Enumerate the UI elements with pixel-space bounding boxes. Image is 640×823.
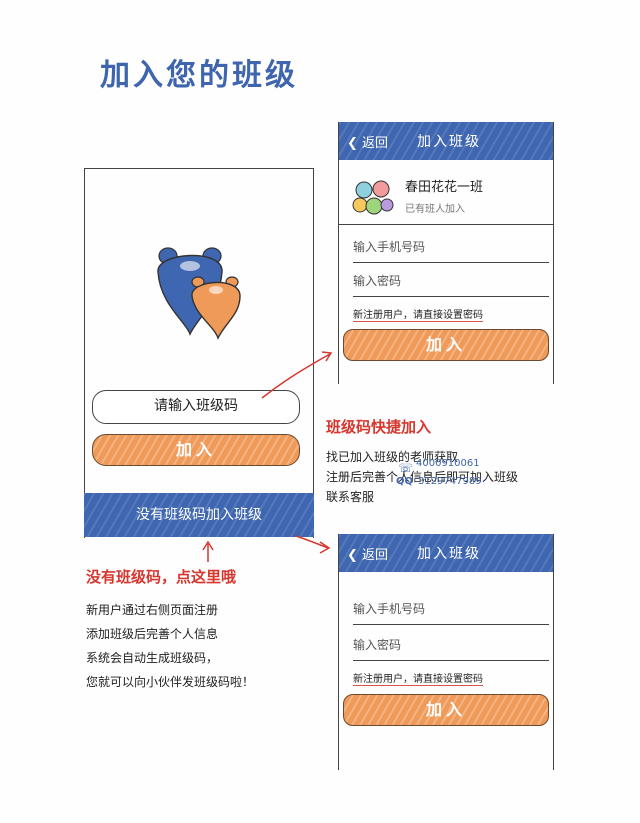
no-code-line: 您就可以向小伙伴发班级码啦！ — [86, 675, 255, 689]
service-qq: 3129747989 — [418, 476, 482, 487]
fast-join-line: 联系客服 — [326, 490, 375, 504]
no-code-line: 添加班级后完善个人信息 — [86, 627, 219, 641]
annotation-arrows — [202, 351, 333, 562]
no-code-heading: 没有班级码，点这里哦 — [86, 568, 237, 586]
phone-icon: ☏ — [398, 461, 414, 475]
no-code-line: 系统会自动生成班级码， — [86, 651, 219, 665]
fast-join-heading: 班级码快捷加入 — [326, 418, 432, 436]
qq-label: QQ — [396, 476, 414, 487]
service-phone: 4000910061 — [416, 458, 480, 469]
no-code-note: 新用户通过右侧页面注册 添加班级后完善个人信息 系统会自动生成班级码， 您就可以… — [86, 598, 254, 694]
no-code-line: 新用户通过右侧页面注册 — [86, 603, 219, 617]
